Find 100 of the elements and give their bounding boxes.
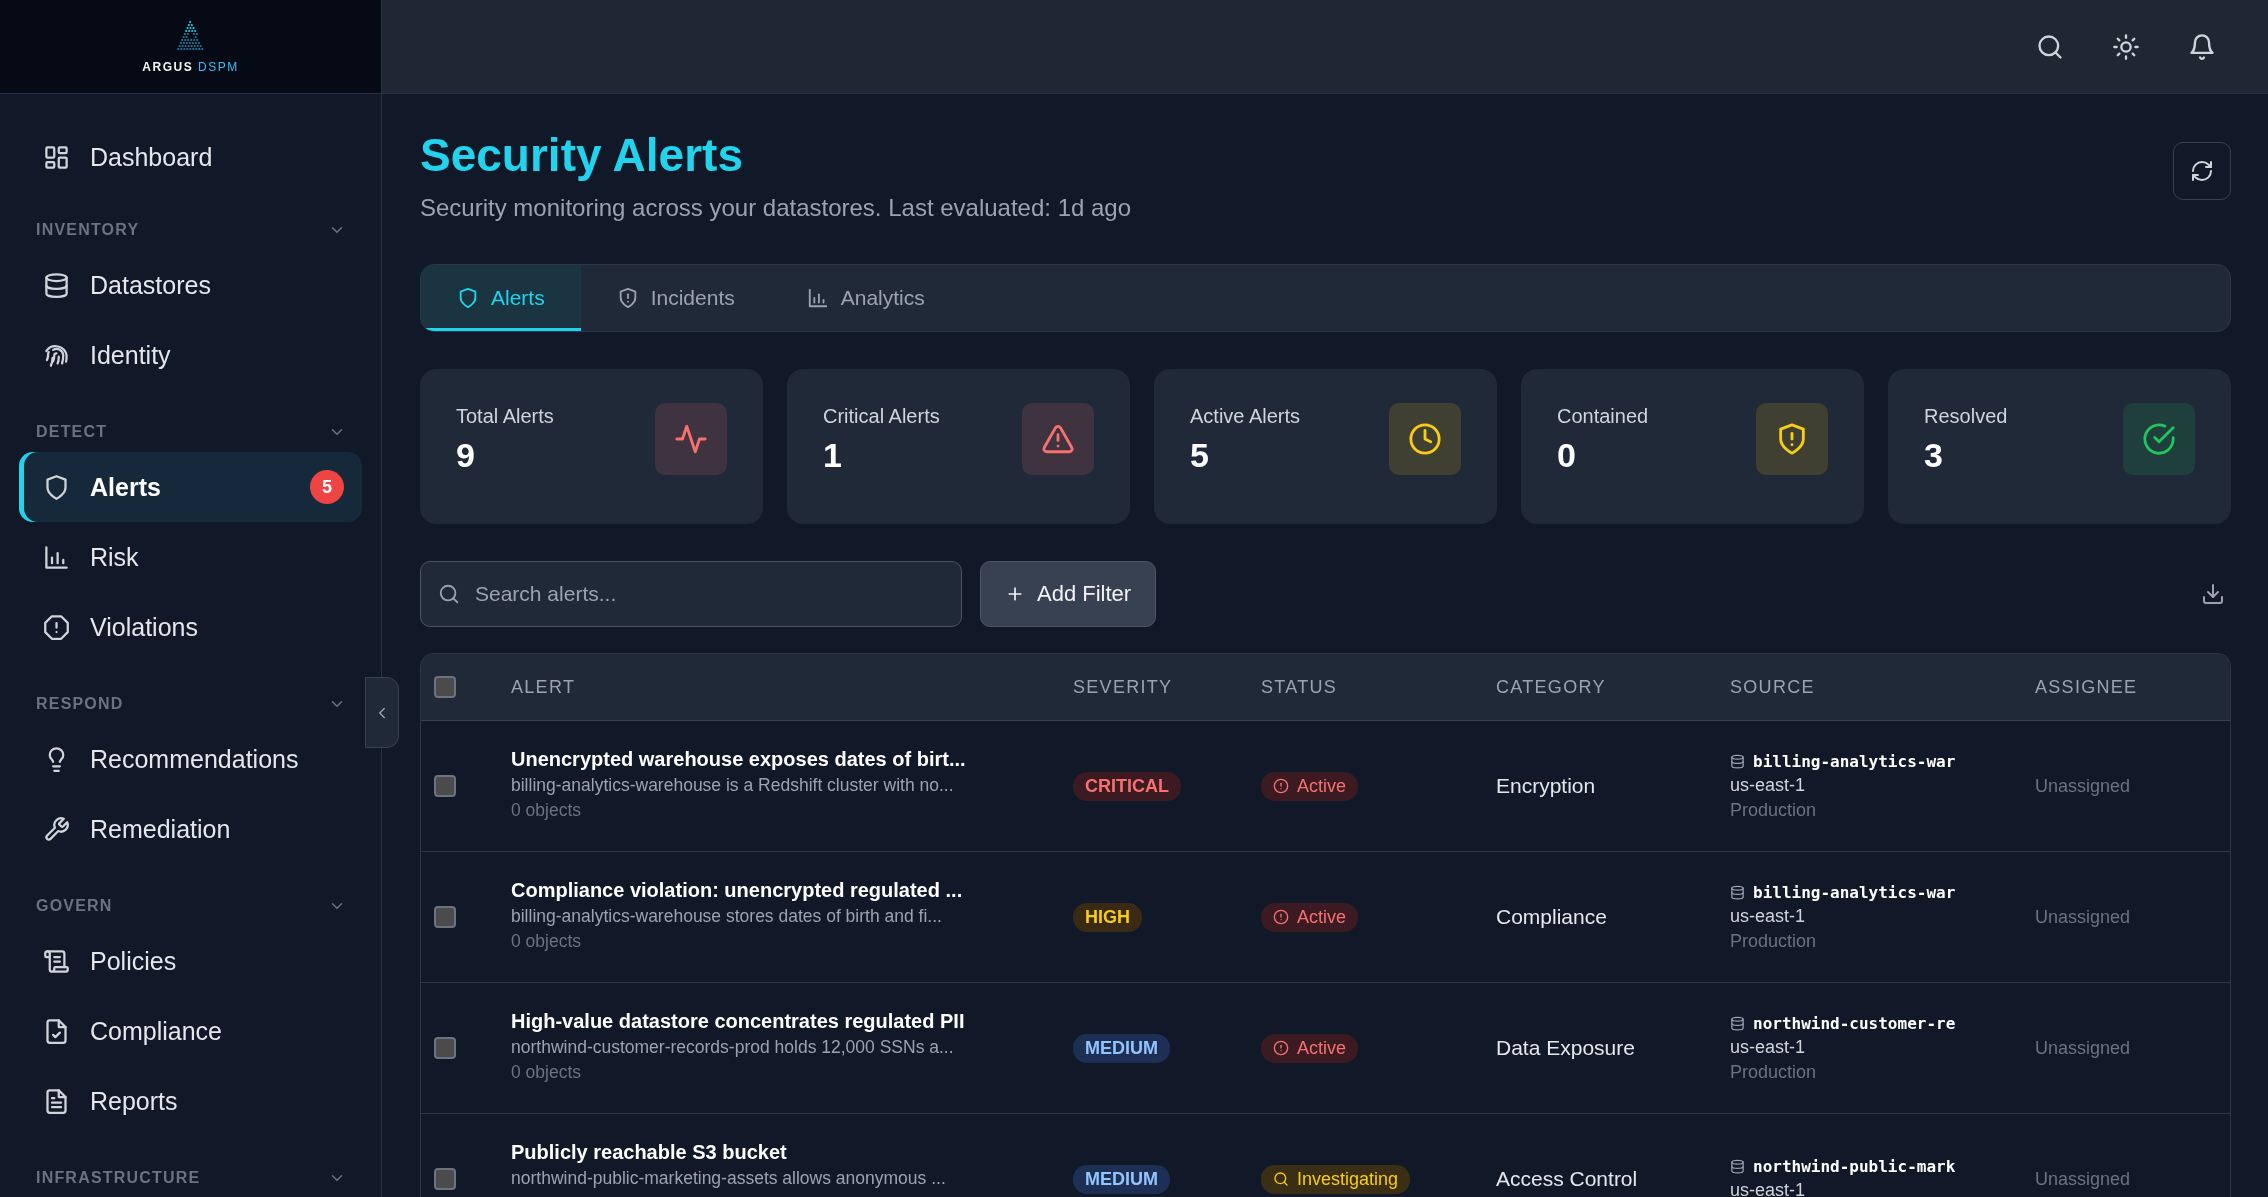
category-text: Data Exposure: [1496, 1036, 1635, 1059]
alert-description: billing-analytics-warehouse is a Redshift cluster with no...: [511, 775, 955, 796]
assignee-text: Unassigned: [2035, 775, 2131, 796]
wrench-icon: [43, 815, 70, 843]
source-name[interactable]: billing-analytics-war: [1753, 751, 1956, 771]
row-checkbox[interactable]: [434, 1037, 456, 1059]
alert-circle-icon: [1273, 778, 1289, 794]
alert-title[interactable]: Unencrypted warehouse exposes dates of birt...: [511, 748, 1073, 771]
row-checkbox[interactable]: [434, 775, 456, 797]
severity-badge: MEDIUM: [1073, 1164, 1170, 1194]
stat-label: Contained: [1557, 405, 1649, 428]
count-badge: 5: [310, 470, 344, 504]
source-name[interactable]: northwind-customer-re: [1753, 1013, 1956, 1033]
sidebar-item[interactable]: Remediation: [19, 794, 362, 864]
alert-octagon-icon: [43, 613, 70, 641]
row-checkbox[interactable]: [434, 1168, 456, 1190]
collapse-handle[interactable]: [365, 677, 399, 748]
sidebar-item[interactable]: Recommendations: [19, 724, 362, 794]
sidebar-item[interactable]: Alerts 5: [19, 452, 362, 522]
object-count: 0 objects: [511, 931, 583, 952]
alert-title[interactable]: High-value datastore concentrates regulated PII: [511, 1010, 1073, 1033]
source-environment: Production: [1730, 1061, 1818, 1083]
category-text: Compliance: [1496, 905, 1607, 928]
search-button[interactable]: [2036, 32, 2064, 61]
category-text: Access Control: [1496, 1167, 1638, 1190]
stat-label: Total Alerts: [456, 405, 554, 428]
section-label: RESPOND: [36, 695, 124, 713]
assignee-text: Unassigned: [2035, 1037, 2131, 1058]
tab[interactable]: Incidents: [580, 265, 771, 331]
sidebar-item[interactable]: Datastores: [19, 250, 362, 320]
column-header: ASSIGNEE: [2035, 676, 2139, 698]
download-icon: [2201, 582, 2225, 606]
grid-icon: [43, 143, 70, 171]
sidebar-item[interactable]: Reports: [19, 1066, 362, 1136]
bar-chart-icon: [806, 287, 829, 309]
alert-title[interactable]: Publicly reachable S3 bucket: [511, 1141, 1073, 1164]
status-badge: Investigating: [1261, 1164, 1411, 1194]
sidebar-item[interactable]: Risk: [19, 522, 362, 592]
source-region: us-east-1: [1730, 1036, 1807, 1058]
bar-chart-icon: [43, 543, 70, 571]
select-all-checkbox[interactable]: [434, 676, 456, 698]
database-icon: [43, 271, 70, 299]
tab[interactable]: Analytics: [770, 265, 961, 331]
stat-value: 3: [1924, 436, 1944, 475]
column-header: SOURCE: [1730, 676, 1816, 698]
stat-label: Active Alerts: [1190, 405, 1301, 428]
stat-value: 9: [456, 436, 476, 475]
database-icon: [1730, 884, 1745, 900]
alert-circle-icon: [1273, 909, 1289, 925]
severity-badge: HIGH: [1073, 902, 1142, 932]
search-icon: [2036, 32, 2064, 61]
refresh-icon: [2190, 159, 2214, 183]
logo-text: ARGUS DSPM: [142, 59, 239, 74]
check-circle-icon: [2142, 422, 2176, 456]
assignee-text: Unassigned: [2035, 1168, 2131, 1189]
stat-value: 0: [1557, 436, 1577, 475]
alert-description: northwind-public-marketing-assets allows anonymous ...: [511, 1168, 947, 1189]
column-header: CATEGORY: [1496, 676, 1607, 698]
file-check-icon: [43, 1017, 70, 1045]
sidebar-item[interactable]: Identity: [19, 320, 362, 390]
database-icon: [1730, 1015, 1745, 1031]
add-filter-button[interactable]: Add Filter: [980, 561, 1157, 627]
alert-title[interactable]: Compliance violation: unencrypted regulated ...: [511, 879, 1073, 902]
sun-icon: [2112, 32, 2140, 61]
alert-description: northwind-customer-records-prod holds 12,000 SSNs a...: [511, 1037, 955, 1058]
row-checkbox[interactable]: [434, 906, 456, 928]
severity-badge: CRITICAL: [1073, 771, 1181, 801]
bell-icon: [2188, 32, 2216, 61]
status-badge: Active: [1261, 771, 1359, 801]
scroll-icon: [43, 947, 70, 975]
sidebar-item[interactable]: Policies: [19, 926, 362, 996]
tab[interactable]: Alerts: [421, 265, 581, 331]
search-icon: [1273, 1171, 1289, 1187]
warning-icon: [1041, 422, 1075, 456]
alert-circle-icon: [1273, 1040, 1289, 1056]
sidebar-item[interactable]: Compliance: [19, 996, 362, 1066]
section-label: DETECT: [36, 423, 108, 441]
stat-label: Resolved: [1924, 405, 2008, 428]
database-icon: [1730, 1159, 1745, 1174]
search-field[interactable]: Search alerts...: [420, 561, 962, 627]
shield-icon: [457, 287, 479, 309]
source-environment: Production: [1730, 799, 1818, 821]
theme-toggle[interactable]: [2112, 32, 2140, 61]
status-badge: Active: [1261, 902, 1359, 932]
sidebar-item[interactable]: Violations: [19, 592, 362, 662]
assignee-text: Unassigned: [2035, 906, 2131, 927]
sidebar-item[interactable]: Dashboard: [19, 122, 362, 192]
notifications-button[interactable]: [2188, 32, 2216, 61]
status-badge: Active: [1261, 1033, 1359, 1063]
file-text-icon: [43, 1087, 70, 1115]
source-name[interactable]: northwind-public-mark: [1753, 1157, 1956, 1176]
refresh-button[interactable]: [2173, 142, 2231, 200]
severity-badge: MEDIUM: [1073, 1033, 1170, 1063]
section-label: GOVERN: [36, 897, 113, 915]
page-title: Security Alerts: [420, 128, 744, 182]
clock-icon: [1408, 422, 1442, 456]
stat-value: 5: [1190, 436, 1210, 475]
search-icon: [438, 583, 460, 605]
section-label: INVENTORY: [36, 221, 140, 239]
source-name[interactable]: billing-analytics-war: [1753, 882, 1956, 902]
